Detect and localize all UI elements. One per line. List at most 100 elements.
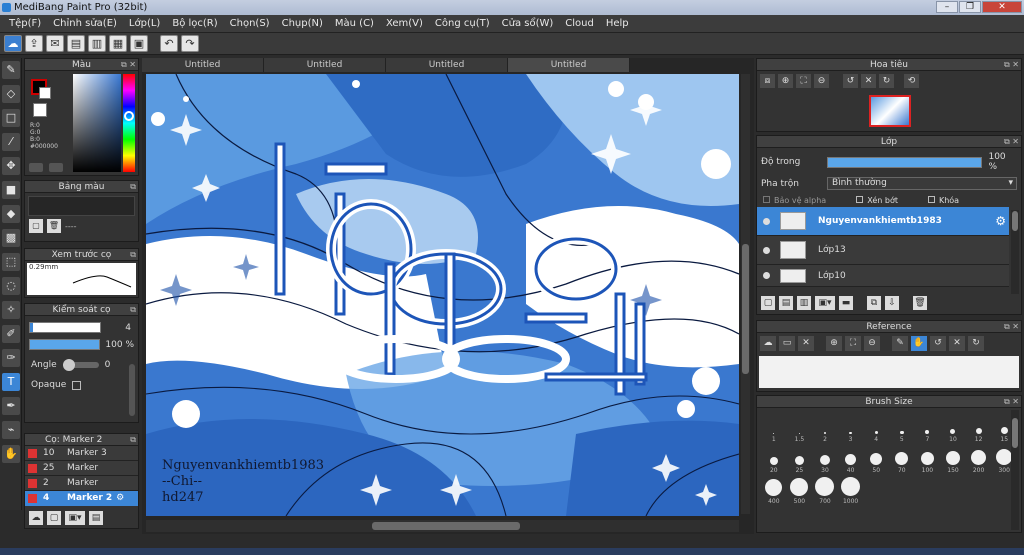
angle-slider[interactable] — [62, 359, 99, 371]
layer-row-selected[interactable]: Nguyenvankhiemtb1983 ⚙ — [757, 207, 1009, 236]
hand-tool-icon[interactable]: ✋ — [2, 445, 20, 463]
delete-palette-icon[interactable]: 🗑 — [47, 219, 61, 233]
brush-item[interactable]: 25 Marker — [25, 461, 138, 476]
panel-menu-icon[interactable]: ⧉ — [130, 249, 136, 261]
panel-menu-icon[interactable]: ⧉ ✕ — [1004, 136, 1019, 148]
tab-document[interactable]: Untitled — [386, 58, 508, 72]
flip-icon[interactable]: ⧈ — [760, 74, 775, 88]
brush-size-option[interactable]: 1 — [761, 412, 787, 443]
menu-help[interactable]: Help — [600, 15, 635, 32]
hue-slider[interactable] — [123, 74, 135, 172]
rotate-right-icon[interactable]: ↻ — [968, 336, 984, 351]
drawing-canvas[interactable]: Nguyenvankhiemtb1983 --Chi-- hd247 — [146, 74, 739, 516]
brush-size-option[interactable]: 150 — [940, 443, 966, 474]
brush-settings-icon[interactable]: ▤ — [89, 511, 103, 525]
layer-opacity-slider[interactable] — [826, 156, 983, 168]
brush-size-option[interactable]: 1000 — [838, 474, 864, 505]
palette-area[interactable] — [28, 196, 135, 216]
tab-document[interactable]: Untitled — [142, 58, 264, 72]
add-layer-menu-icon[interactable]: ▣▾ — [815, 296, 835, 310]
new-halftone-layer-icon[interactable]: ▥ — [797, 296, 811, 310]
cloud-icon[interactable]: ☁ — [4, 35, 22, 52]
reference-area[interactable] — [759, 356, 1019, 388]
vertical-scrollbar[interactable] — [741, 74, 750, 514]
brush-size-option[interactable]: 5 — [889, 412, 915, 443]
add-brush-icon[interactable]: ☁ — [29, 511, 43, 525]
background-swatch[interactable] — [39, 87, 51, 99]
minimize-button[interactable]: – — [936, 1, 958, 13]
gradient-tool-icon[interactable]: ▩ — [2, 229, 20, 247]
rotate-left-icon[interactable]: ↺ — [843, 74, 858, 88]
reset-icon[interactable]: ⟲ — [904, 74, 919, 88]
layer-settings-gear-icon[interactable]: ⚙ — [995, 214, 1006, 228]
page-icon[interactable]: ▤ — [67, 35, 85, 52]
brush-size-option[interactable]: 50 — [863, 443, 889, 474]
tab-document-active[interactable]: Untitled — [508, 58, 630, 72]
visibility-icon[interactable] — [763, 272, 770, 279]
move-tool-icon[interactable]: ✥ — [2, 157, 20, 175]
folder-icon[interactable]: ▬ — [839, 296, 853, 310]
panel-menu-icon[interactable]: ⧉ ✕ — [121, 59, 136, 71]
brush-size-option[interactable]: 70 — [889, 443, 915, 474]
select-pen-tool-icon[interactable]: ✐ — [2, 325, 20, 343]
brush-size-option[interactable]: 10 — [940, 412, 966, 443]
visibility-icon[interactable] — [763, 246, 770, 254]
menu-view[interactable]: Xem(V) — [380, 15, 429, 32]
brush-item[interactable]: 2 Marker — [25, 476, 138, 491]
close-reference-icon[interactable]: ✕ — [798, 336, 814, 351]
menu-window[interactable]: Cửa sổ(W) — [496, 15, 560, 32]
fit-icon[interactable]: ⛶ — [796, 74, 811, 88]
opaque-checkbox[interactable] — [72, 380, 82, 390]
clipping-option[interactable]: Xén bớt — [856, 196, 898, 205]
brush-size-option[interactable]: 1.5 — [787, 412, 813, 443]
zoom-out-icon[interactable]: ⊖ — [814, 74, 829, 88]
visibility-icon[interactable] — [763, 217, 770, 225]
brush-item[interactable]: 10 Marker 3 — [25, 446, 138, 461]
layer-row[interactable]: Lớp13 — [757, 236, 1009, 265]
color-history-icon[interactable] — [49, 163, 63, 172]
brush-size-option[interactable]: 30 — [812, 443, 838, 474]
dot-tool-icon[interactable]: ⁄ — [2, 133, 20, 151]
rotate-left-icon[interactable]: ↺ — [930, 336, 946, 351]
brush-size-option[interactable]: 3 — [838, 412, 864, 443]
open-cloud-icon[interactable]: ☁ — [760, 336, 776, 351]
panel-menu-icon[interactable]: ⧉ — [130, 181, 136, 193]
grid-icon[interactable]: ▦ — [109, 35, 127, 52]
transparent-swatch[interactable] — [33, 103, 47, 117]
zoom-in-icon[interactable]: ⊕ — [778, 74, 793, 88]
tab-document[interactable]: Untitled — [264, 58, 386, 72]
delete-layer-icon[interactable]: 🗑 — [913, 296, 927, 310]
rotate-right-icon[interactable]: ↻ — [879, 74, 894, 88]
maximize-button[interactable]: ❐ — [959, 1, 981, 13]
new-color-layer-icon[interactable]: ▤ — [779, 296, 793, 310]
share-icon[interactable]: ⇪ — [25, 35, 43, 52]
size-slider[interactable] — [29, 322, 101, 333]
menu-select[interactable]: Chọn(S) — [224, 15, 276, 32]
brush-item-selected[interactable]: 4 Marker 2 ⚙ — [25, 491, 138, 506]
brush-size-option[interactable]: 200 — [966, 443, 992, 474]
brush-size-option[interactable]: 100 — [915, 443, 941, 474]
menu-filter[interactable]: Bộ lọc(R) — [166, 15, 223, 32]
brush-size-option[interactable]: 400 — [761, 474, 787, 505]
panel-menu-icon[interactable]: ⧉ ✕ — [1004, 396, 1019, 408]
brush-size-option[interactable]: 4 — [863, 412, 889, 443]
document-icon[interactable]: ▥ — [88, 35, 106, 52]
menu-color[interactable]: Màu (C) — [329, 15, 380, 32]
brush-size-option[interactable]: 500 — [787, 474, 813, 505]
eraser-tool-icon[interactable]: ◇ — [2, 85, 20, 103]
opacity-slider[interactable] — [29, 339, 101, 350]
blend-mode-select[interactable]: Bình thường ▾ — [827, 177, 1017, 190]
duplicate-layer-icon[interactable]: ⧉ — [867, 296, 881, 310]
brush-tool-icon[interactable]: ✎ — [2, 61, 20, 79]
text-tool-icon[interactable]: T — [2, 373, 20, 391]
fit-icon[interactable]: ⛶ — [845, 336, 861, 351]
fill-rect-tool-icon[interactable]: ■ — [2, 181, 20, 199]
panel-menu-icon[interactable]: ⧉ — [130, 434, 136, 446]
brush-size-scrollbar[interactable] — [1011, 410, 1019, 530]
new-layer-icon[interactable]: ▢ — [761, 296, 775, 310]
navigator-preview[interactable] — [869, 95, 911, 127]
menu-snap[interactable]: Chụp(N) — [276, 15, 329, 32]
merge-layer-icon[interactable]: ⇩ — [885, 296, 899, 310]
eyedropper-tool-icon[interactable]: ⌁ — [2, 421, 20, 439]
color-picker-square[interactable] — [73, 74, 121, 172]
